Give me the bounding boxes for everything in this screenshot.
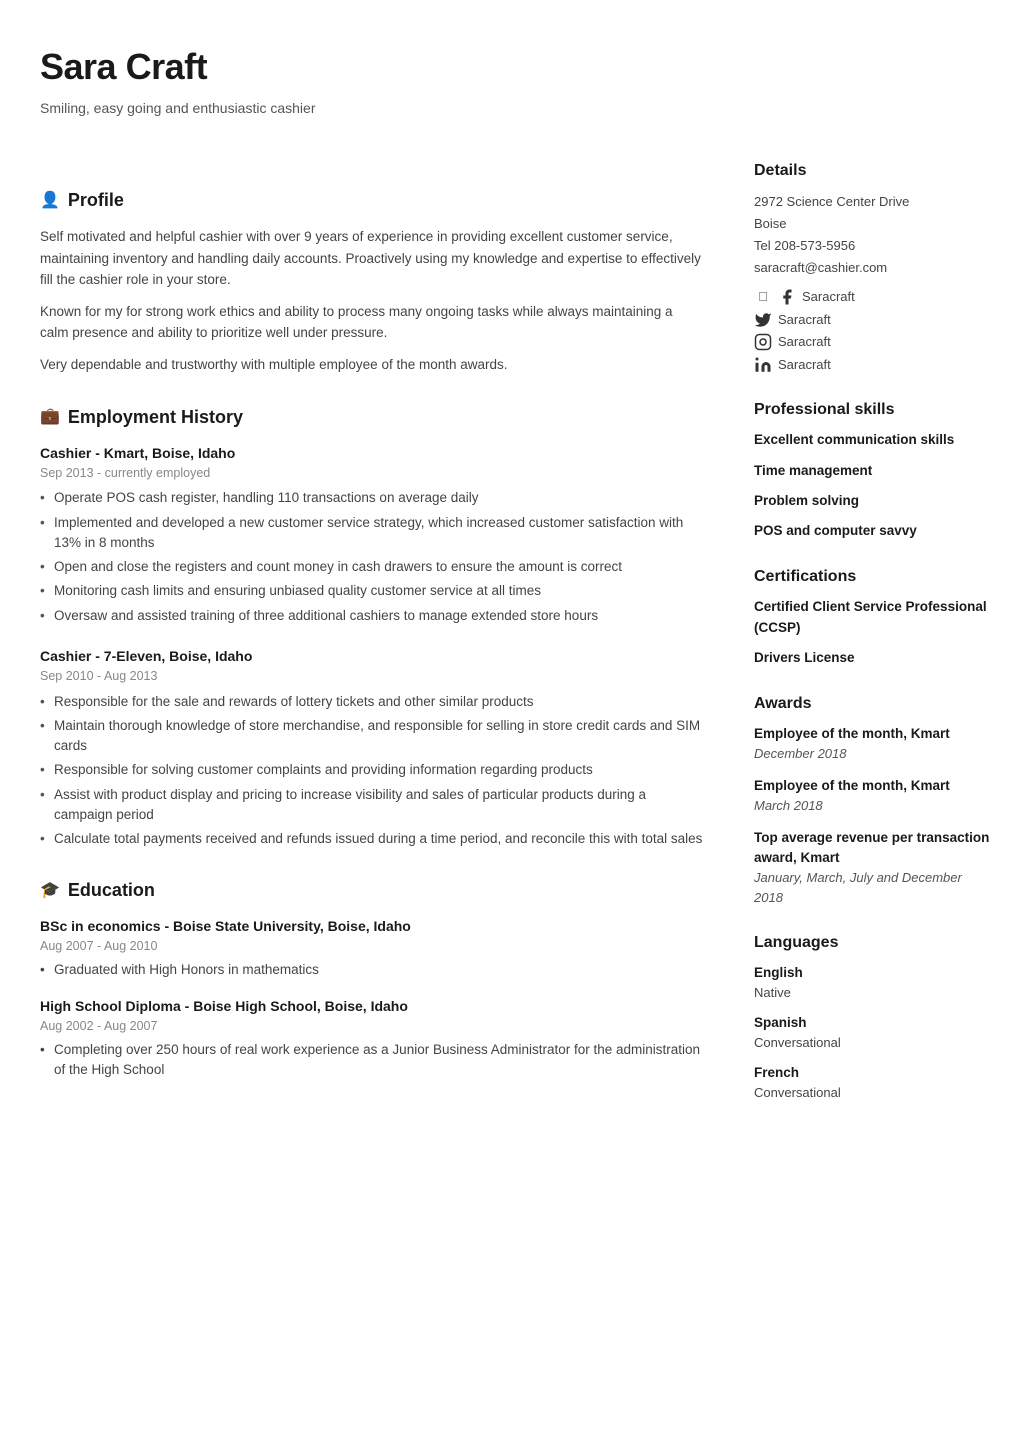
list-item: Responsible for the sale and rewards of … xyxy=(40,692,704,712)
awards-section: Awards Employee of the month, Kmart Dece… xyxy=(754,692,994,907)
employment-icon: 💼 xyxy=(40,405,60,429)
education-section-title: 🎓 Education xyxy=(40,877,704,904)
profile-para-3: Very dependable and trustworthy with mul… xyxy=(40,354,704,376)
education-icon: 🎓 xyxy=(40,879,60,903)
list-item: Completing over 250 hours of real work e… xyxy=(40,1040,704,1081)
candidate-tagline: Smiling, easy going and enthusiastic cas… xyxy=(40,98,984,119)
job-1: Cashier - Kmart, Boise, Idaho Sep 2013 -… xyxy=(40,443,704,626)
facebook-icon:  xyxy=(754,288,772,306)
job-2-title: Cashier - 7-Eleven, Boise, Idaho xyxy=(40,646,704,667)
instagram-svg-icon xyxy=(754,333,772,351)
list-item: Open and close the registers and count m… xyxy=(40,557,704,577)
job-1-dates: Sep 2013 - currently employed xyxy=(40,464,704,483)
list-item: Oversaw and assisted training of three a… xyxy=(40,606,704,626)
list-item: Maintain thorough knowledge of store mer… xyxy=(40,716,704,757)
languages-section: Languages English Native Spanish Convers… xyxy=(754,931,994,1102)
job-2: Cashier - 7-Eleven, Boise, Idaho Sep 201… xyxy=(40,646,704,850)
social-facebook:  Saracraft xyxy=(754,287,994,307)
edu-1-bullets: Graduated with High Honors in mathematic… xyxy=(40,960,704,980)
social-twitter: Saracraft xyxy=(754,310,994,330)
twitter-svg-icon xyxy=(754,311,772,329)
social-links:  Saracraft Saracraft Saracraft Sa xyxy=(754,287,994,374)
skills-section: Professional skills Excellent communicat… xyxy=(754,398,994,541)
list-item: Monitoring cash limits and ensuring unbi… xyxy=(40,581,704,601)
skill-1: Excellent communication skills xyxy=(754,430,994,450)
profile-para-1: Self motivated and helpful cashier with … xyxy=(40,226,704,291)
social-linkedin: Saracraft xyxy=(754,355,994,375)
skill-4: POS and computer savvy xyxy=(754,521,994,541)
main-layout: 👤 Profile Self motivated and helpful cas… xyxy=(0,119,1024,1446)
left-column: 👤 Profile Self motivated and helpful cas… xyxy=(0,159,734,1406)
edu-2-dates: Aug 2002 - Aug 2007 xyxy=(40,1017,704,1036)
education-section: 🎓 Education BSc in economics - Boise Sta… xyxy=(40,877,704,1080)
lang-3: French Conversational xyxy=(754,1063,994,1103)
list-item: Assist with product display and pricing … xyxy=(40,785,704,826)
employment-section: 💼 Employment History Cashier - Kmart, Bo… xyxy=(40,404,704,850)
edu-1: BSc in economics - Boise State Universit… xyxy=(40,916,704,980)
edu-2: High School Diploma - Boise High School,… xyxy=(40,996,704,1080)
list-item: Graduated with High Honors in mathematic… xyxy=(40,960,704,980)
edu-2-title: High School Diploma - Boise High School,… xyxy=(40,996,704,1017)
list-item: Operate POS cash register, handling 110 … xyxy=(40,488,704,508)
job-2-dates: Sep 2010 - Aug 2013 xyxy=(40,667,704,686)
list-item: Implemented and developed a new customer… xyxy=(40,513,704,554)
employment-section-title: 💼 Employment History xyxy=(40,404,704,431)
job-1-bullets: Operate POS cash register, handling 110 … xyxy=(40,488,704,626)
award-2: Employee of the month, Kmart March 2018 xyxy=(754,776,994,816)
candidate-name: Sara Craft xyxy=(40,40,984,94)
edu-2-bullets: Completing over 250 hours of real work e… xyxy=(40,1040,704,1081)
list-item: Calculate total payments received and re… xyxy=(40,829,704,849)
certifications-section: Certifications Certified Client Service … xyxy=(754,565,994,668)
skills-title: Professional skills xyxy=(754,398,994,422)
cert-2: Drivers License xyxy=(754,648,994,668)
resume-page: Sara Craft Smiling, easy going and enthu… xyxy=(0,0,1024,1446)
profile-para-2: Known for my for strong work ethics and … xyxy=(40,301,704,344)
right-column: Details 2972 Science Center Drive Boise … xyxy=(734,159,1024,1406)
award-3: Top average revenue per transaction awar… xyxy=(754,828,994,908)
lang-2: Spanish Conversational xyxy=(754,1013,994,1053)
edu-1-title: BSc in economics - Boise State Universit… xyxy=(40,916,704,937)
cert-1: Certified Client Service Professional (C… xyxy=(754,597,994,638)
details-address: 2972 Science Center Drive Boise Tel 208-… xyxy=(754,191,994,279)
job-2-bullets: Responsible for the sale and rewards of … xyxy=(40,692,704,850)
lang-1: English Native xyxy=(754,963,994,1003)
social-instagram: Saracraft xyxy=(754,332,994,352)
profile-section-title: 👤 Profile xyxy=(40,187,704,214)
skill-3: Problem solving xyxy=(754,491,994,511)
award-1: Employee of the month, Kmart December 20… xyxy=(754,724,994,764)
list-item: Responsible for solving customer complai… xyxy=(40,760,704,780)
skill-2: Time management xyxy=(754,461,994,481)
job-1-title: Cashier - Kmart, Boise, Idaho xyxy=(40,443,704,464)
awards-title: Awards xyxy=(754,692,994,716)
facebook-svg-icon xyxy=(778,288,796,306)
resume-header: Sara Craft Smiling, easy going and enthu… xyxy=(0,0,1024,119)
certifications-title: Certifications xyxy=(754,565,994,589)
details-section: Details 2972 Science Center Drive Boise … xyxy=(754,159,994,374)
profile-icon: 👤 xyxy=(40,189,60,213)
languages-title: Languages xyxy=(754,931,994,955)
details-title: Details xyxy=(754,159,994,183)
edu-1-dates: Aug 2007 - Aug 2010 xyxy=(40,937,704,956)
linkedin-svg-icon xyxy=(754,356,772,374)
profile-section: 👤 Profile Self motivated and helpful cas… xyxy=(40,187,704,376)
